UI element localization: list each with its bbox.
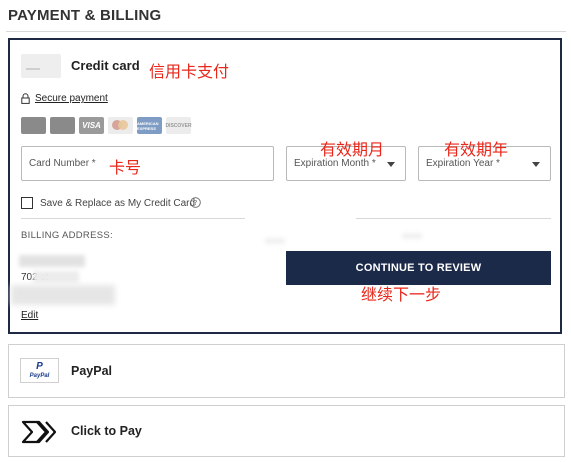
continue-to-review-button[interactable]: CONTINUE TO REVIEW <box>286 251 551 285</box>
secure-payment-link[interactable]: Secure payment <box>35 93 108 104</box>
info-icon[interactable]: ? <box>190 197 201 208</box>
chevron-down-icon <box>532 162 540 167</box>
redacted-block <box>265 238 285 244</box>
chevron-down-icon <box>387 162 395 167</box>
generic-card-icon <box>21 117 46 134</box>
generic-card-icon <box>50 117 75 134</box>
click-to-pay-icon <box>21 420 57 444</box>
accepted-card-brands: VISA AMERICAN EXPRESS DISCOVER <box>21 117 192 134</box>
annotation-continue: 继续下一步 <box>361 285 442 304</box>
card-number-label: Card Number * <box>29 158 96 169</box>
lock-icon <box>21 93 30 104</box>
save-card-label[interactable]: Save & Replace as My Credit Card <box>40 198 195 209</box>
card-thumbnail-icon <box>21 54 61 78</box>
redacted-address <box>19 255 85 267</box>
click-to-pay-label[interactable]: Click to Pay <box>71 424 142 438</box>
annotation-exp-year: 有效期年 <box>444 140 509 159</box>
edit-address-link[interactable]: Edit <box>21 310 38 321</box>
redacted-block <box>402 233 422 239</box>
billing-address-heading: BILLING ADDRESS: <box>21 230 113 241</box>
visa-icon: VISA <box>79 117 104 134</box>
paypal-logo-mark: P <box>36 360 43 372</box>
billing-divider <box>356 218 551 219</box>
paypal-label[interactable]: PayPal <box>71 364 112 378</box>
redacted-address <box>11 285 115 305</box>
redacted-address <box>33 271 79 283</box>
credit-card-title[interactable]: Credit card <box>71 58 140 73</box>
title-divider <box>6 31 566 32</box>
mastercard-icon <box>108 117 133 134</box>
annotation-credit-card: 信用卡支付 <box>149 62 230 81</box>
page-title: PAYMENT & BILLING <box>8 7 162 24</box>
save-card-checkbox[interactable] <box>21 197 33 209</box>
card-number-input[interactable]: Card Number * <box>21 146 274 181</box>
amex-icon: AMERICAN EXPRESS <box>137 117 162 134</box>
annotation-exp-month: 有效期月 <box>320 140 385 159</box>
annotation-card-number: 卡号 <box>109 158 142 177</box>
paypal-logo-word: PayPal <box>29 372 50 379</box>
svg-text:?: ? <box>194 199 198 207</box>
discover-icon: DISCOVER <box>165 117 192 134</box>
paypal-logo-icon: P PayPal <box>20 358 59 383</box>
billing-divider <box>21 218 245 219</box>
